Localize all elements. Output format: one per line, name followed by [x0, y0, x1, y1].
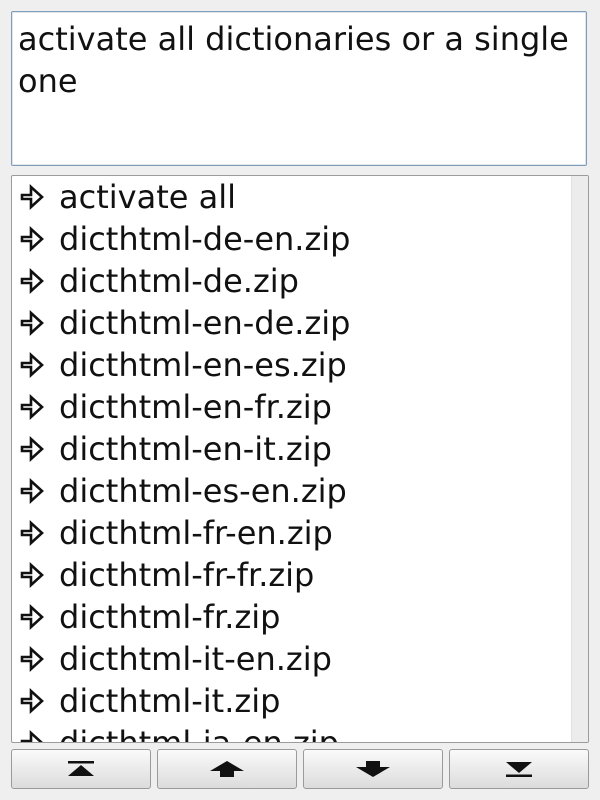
list-item-label: dicthtml-fr.zip — [59, 598, 281, 636]
list-item[interactable]: dicthtml-en-it.zip — [12, 428, 571, 470]
list-item[interactable]: dicthtml-de-en.zip — [12, 218, 571, 260]
list-item-label: dicthtml-ja-en.zip — [59, 724, 339, 742]
last-page-button[interactable] — [449, 749, 589, 789]
list-item-label: dicthtml-it-en.zip — [59, 640, 332, 678]
list-item-label: dicthtml-fr-en.zip — [59, 514, 333, 552]
arrow-right-icon — [17, 307, 49, 339]
list-item-label: dicthtml-de.zip — [59, 262, 299, 300]
skip-to-bottom-icon — [506, 762, 532, 777]
arrow-right-icon — [17, 559, 49, 591]
list-item-label: dicthtml-es-en.zip — [59, 472, 347, 510]
dictionary-list: activate all dicthtml-de-en.zip dicthtml-d… — [11, 175, 589, 743]
list-item-label: dicthtml-en-es.zip — [59, 346, 347, 384]
list-item[interactable]: dicthtml-fr-fr.zip — [12, 554, 571, 596]
list-item[interactable]: dicthtml-fr.zip — [12, 596, 571, 638]
list-item[interactable]: dicthtml-it-en.zip — [12, 638, 571, 680]
list-item-label: dicthtml-fr-fr.zip — [59, 556, 315, 594]
arrow-right-icon — [17, 685, 49, 717]
arrow-right-icon — [17, 517, 49, 549]
arrow-right-icon — [17, 601, 49, 633]
arrow-right-icon — [17, 265, 49, 297]
list-item[interactable]: dicthtml-de.zip — [12, 260, 571, 302]
list-item-label: dicthtml-it.zip — [59, 682, 281, 720]
arrow-right-icon — [17, 475, 49, 507]
arrow-right-icon — [17, 349, 49, 381]
list-item[interactable]: dicthtml-en-fr.zip — [12, 386, 571, 428]
list-item-label: dicthtml-en-fr.zip — [59, 388, 332, 426]
first-page-button[interactable] — [11, 749, 151, 789]
previous-page-button[interactable] — [157, 749, 297, 789]
list-item-label: dicthtml-en-it.zip — [59, 430, 332, 468]
arrow-right-icon — [17, 727, 49, 742]
arrow-right-icon — [17, 643, 49, 675]
arrow-right-icon — [17, 181, 49, 213]
description-text: activate all dictionaries or a single on… — [18, 20, 569, 100]
arrow-right-icon — [17, 223, 49, 255]
arrow-up-icon — [210, 761, 244, 777]
list-item-label: dicthtml-en-de.zip — [59, 304, 351, 342]
page-navigation-bar — [11, 749, 589, 789]
next-page-button[interactable] — [303, 749, 443, 789]
list-item[interactable]: dicthtml-it.zip — [12, 680, 571, 722]
description-box: activate all dictionaries or a single on… — [11, 11, 587, 166]
list-scrollbar[interactable] — [571, 176, 588, 742]
list-item[interactable]: dicthtml-es-en.zip — [12, 470, 571, 512]
skip-to-top-icon — [68, 761, 94, 776]
list-item[interactable]: dicthtml-ja-en.zip — [12, 722, 571, 742]
arrow-right-icon — [17, 433, 49, 465]
list-item[interactable]: dicthtml-fr-en.zip — [12, 512, 571, 554]
list-item-label: activate all — [59, 178, 236, 216]
arrow-down-icon — [356, 761, 390, 777]
list-item[interactable]: dicthtml-en-es.zip — [12, 344, 571, 386]
arrow-right-icon — [17, 391, 49, 423]
list-item[interactable]: activate all — [12, 176, 571, 218]
dictionary-selector-screen: activate all dictionaries or a single on… — [0, 0, 600, 800]
dictionary-list-items: activate all dicthtml-de-en.zip dicthtml-d… — [12, 176, 571, 742]
list-item-label: dicthtml-de-en.zip — [59, 220, 351, 258]
list-item[interactable]: dicthtml-en-de.zip — [12, 302, 571, 344]
